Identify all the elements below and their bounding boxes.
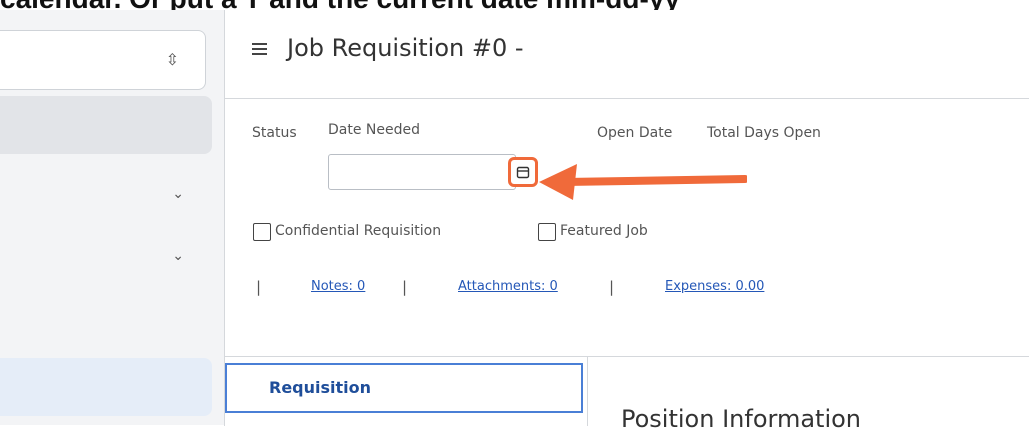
link-separator: | bbox=[402, 278, 408, 296]
chevron-down-icon[interactable]: ⌄ bbox=[172, 186, 184, 202]
calendar-button[interactable] bbox=[508, 157, 538, 187]
total-days-open-label: Total Days Open bbox=[707, 125, 821, 141]
chevron-down-icon[interactable]: ⌄ bbox=[172, 248, 184, 264]
notes-link[interactable]: Notes: 0 bbox=[311, 279, 365, 294]
sidebar: ⇳ ⌄ ⌄ bbox=[0, 10, 224, 425]
tab-requisition-label: Requisition bbox=[269, 378, 372, 397]
requisition-fields: Status Date Needed Open Date Total Days … bbox=[224, 98, 1029, 356]
date-needed-label: Date Needed bbox=[328, 122, 420, 138]
sidebar-item-selected[interactable] bbox=[0, 358, 212, 416]
section-heading: Position Information bbox=[621, 405, 861, 433]
link-separator: | bbox=[256, 278, 262, 296]
pointer-arrow-icon bbox=[539, 164, 747, 200]
link-separator: | bbox=[609, 278, 615, 296]
tab-divider bbox=[587, 357, 588, 426]
featured-job-checkbox[interactable] bbox=[538, 223, 556, 241]
calendar-icon bbox=[516, 166, 530, 179]
confidential-requisition-label: Confidential Requisition bbox=[275, 223, 442, 239]
page-title: Job Requisition #0 - bbox=[287, 34, 524, 62]
updown-chevron-icon: ⇳ bbox=[165, 50, 179, 69]
open-date-label: Open Date bbox=[597, 125, 673, 141]
confidential-requisition-checkbox[interactable] bbox=[253, 223, 271, 241]
sidebar-item-active[interactable] bbox=[0, 96, 212, 154]
status-label: Status bbox=[252, 125, 297, 141]
expenses-link[interactable]: Expenses: 0.00 bbox=[665, 279, 764, 294]
sidebar-select[interactable]: ⇳ bbox=[0, 30, 206, 90]
date-needed-input[interactable] bbox=[328, 154, 516, 190]
tab-area: Requisition Position Information bbox=[224, 356, 1029, 433]
hamburger-menu-icon[interactable] bbox=[252, 43, 267, 55]
tab-requisition[interactable]: Requisition bbox=[225, 363, 583, 413]
attachments-link[interactable]: Attachments: 0 bbox=[458, 279, 558, 294]
featured-job-label: Featured Job bbox=[560, 223, 648, 239]
page-header: Job Requisition #0 - bbox=[224, 10, 1029, 99]
